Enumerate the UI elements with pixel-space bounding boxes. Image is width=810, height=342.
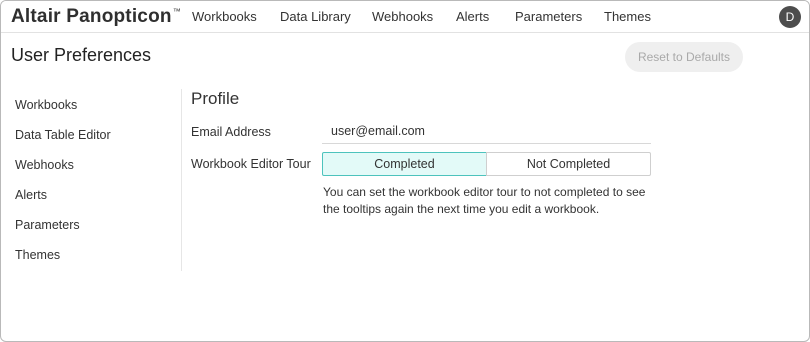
nav-item-webhooks[interactable]: Webhooks: [372, 9, 433, 24]
tour-completed-option[interactable]: Completed: [322, 152, 487, 176]
user-avatar[interactable]: D: [779, 6, 801, 28]
reset-to-defaults-button[interactable]: Reset to Defaults: [625, 42, 743, 72]
sidebar-item-data-table-editor[interactable]: Data Table Editor: [15, 128, 111, 142]
nav-item-themes[interactable]: Themes: [604, 9, 651, 24]
nav-item-alerts[interactable]: Alerts: [456, 9, 489, 24]
sidebar-item-alerts[interactable]: Alerts: [15, 188, 47, 202]
tour-help-text: You can set the workbook editor tour to …: [323, 185, 646, 216]
nav-item-workbooks[interactable]: Workbooks: [192, 9, 257, 24]
email-address-value: user@email.com: [331, 124, 425, 138]
nav-item-parameters[interactable]: Parameters: [515, 9, 582, 24]
main-nav: Workbooks Data Library Webhooks Alerts P…: [1, 9, 809, 25]
sidebar-divider: [181, 89, 182, 271]
sidebar-item-workbooks[interactable]: Workbooks: [15, 98, 77, 112]
nav-item-data-library[interactable]: Data Library: [280, 9, 351, 24]
tour-not-completed-option[interactable]: Not Completed: [486, 152, 651, 176]
email-address-label: Email Address: [191, 125, 271, 139]
top-navigation-bar: Altair Panopticon™ Workbooks Data Librar…: [1, 1, 809, 33]
sidebar-item-webhooks[interactable]: Webhooks: [15, 158, 74, 172]
sidebar-item-parameters[interactable]: Parameters: [15, 218, 80, 232]
page-title: User Preferences: [11, 45, 152, 65]
app-window: Altair Panopticon™ Workbooks Data Librar…: [0, 0, 810, 342]
email-divider: [322, 143, 651, 144]
workbook-editor-tour-label: Workbook Editor Tour: [191, 157, 311, 171]
profile-section-title: Profile: [191, 89, 240, 108]
sidebar-item-themes[interactable]: Themes: [15, 248, 60, 262]
